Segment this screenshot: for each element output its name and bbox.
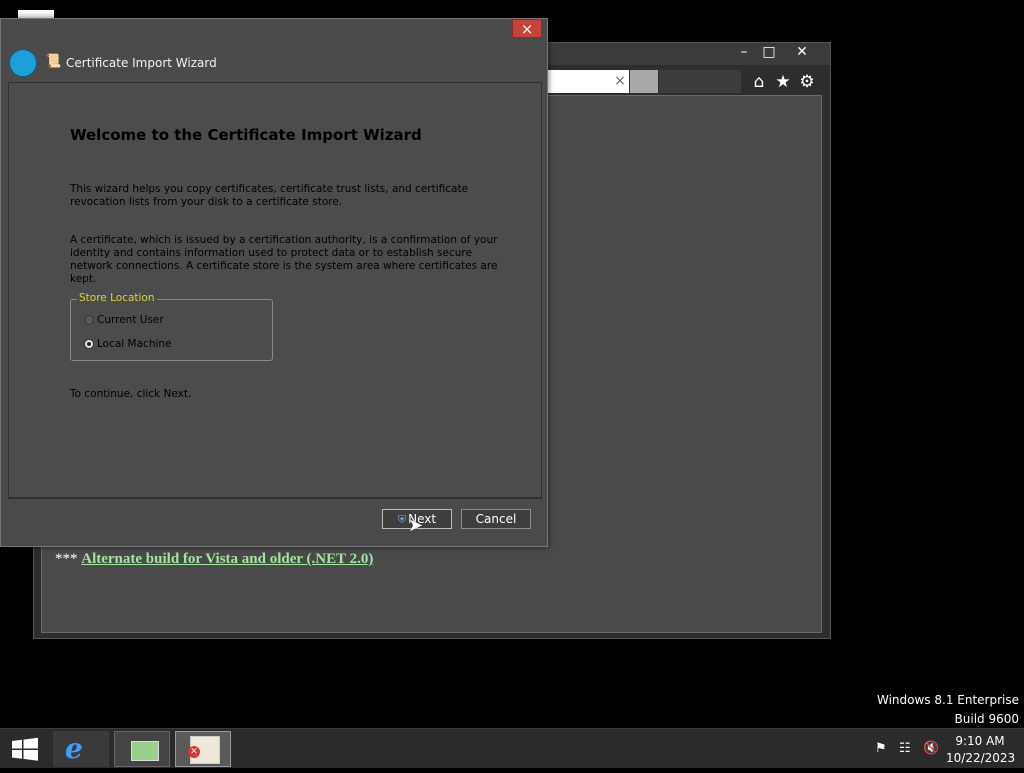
address-go-button[interactable] [630,70,658,93]
link-prefix: *** [55,551,78,567]
minimize-icon[interactable]: – [731,43,757,61]
maximize-icon[interactable]: □ [756,43,782,61]
start-button[interactable] [0,729,50,769]
radio-label: Local Machine [97,338,172,350]
close-button[interactable]: × [512,19,542,38]
network-icon[interactable]: ☷ [899,741,911,757]
back-arrow-icon[interactable] [9,49,37,77]
graphics-app-icon [131,741,159,761]
address-clear-icon[interactable]: × [610,70,630,93]
radio-local-machine[interactable]: Local Machine [84,338,172,354]
uac-shield-icon: ⛨ [397,513,407,526]
alternate-build-line: *** Alternate build for Vista and older … [55,551,373,568]
internet-explorer-icon: e [65,732,83,765]
windows-edition: Windows 8.1 Enterprise [876,693,1019,707]
certificate-icon: 📜 [45,54,62,69]
store-location-legend: Store Location [77,292,157,304]
clock-time[interactable]: 9:10 AM [946,734,1014,748]
radio-button[interactable] [84,315,94,325]
radio-label: Current User [97,314,164,326]
clock-date[interactable]: 10/22/2023 [946,751,1015,765]
taskbar-certificate-manager[interactable]: ✕ [175,731,231,767]
certificate-import-wizard: × 📜 Certificate Import Wizard Welcome to… [0,18,548,547]
flag-icon[interactable]: ⚑ [875,741,887,757]
taskbar-internet-explorer[interactable]: e [53,731,109,767]
error-badge-icon: ✕ [188,746,200,758]
mouse-cursor-icon: ➤ [408,515,424,536]
radio-button[interactable] [84,339,94,349]
star-icon[interactable]: ★ [772,70,794,94]
cancel-button[interactable]: Cancel [461,509,531,529]
tab-strip[interactable] [659,70,741,93]
windows-build: Build 9600 [954,712,1019,726]
desktop-fragment [18,10,54,18]
continue-instruction: To continue, click Next. [70,388,192,400]
taskbar-graphics-app[interactable] [114,731,170,767]
store-location-group: Store Location Current User Local Machin… [70,292,273,361]
wizard-title: Certificate Import Wizard [66,56,217,70]
wizard-description: This wizard helps you copy certificates,… [70,183,469,208]
gear-icon[interactable]: ⚙ [796,70,818,94]
wizard-heading: Welcome to the Certificate Import Wizard [70,126,422,144]
home-icon[interactable]: ⌂ [748,70,770,94]
windows-logo-icon [12,737,38,761]
close-icon[interactable]: ✕ [789,43,815,61]
volume-muted-icon[interactable]: 🔇 [923,741,939,757]
taskbar: e ✕ ⚑ ☷ 🔇 9:10 AM 10/22/2023 [0,728,1024,768]
wizard-body: Welcome to the Certificate Import Wizard… [8,82,542,498]
certificate-explanation: A certificate, which is issued by a cert… [70,234,498,285]
alternate-build-link[interactable]: Alternate build for Vista and older (.NE… [81,551,373,567]
radio-current-user[interactable]: Current User [84,314,164,330]
